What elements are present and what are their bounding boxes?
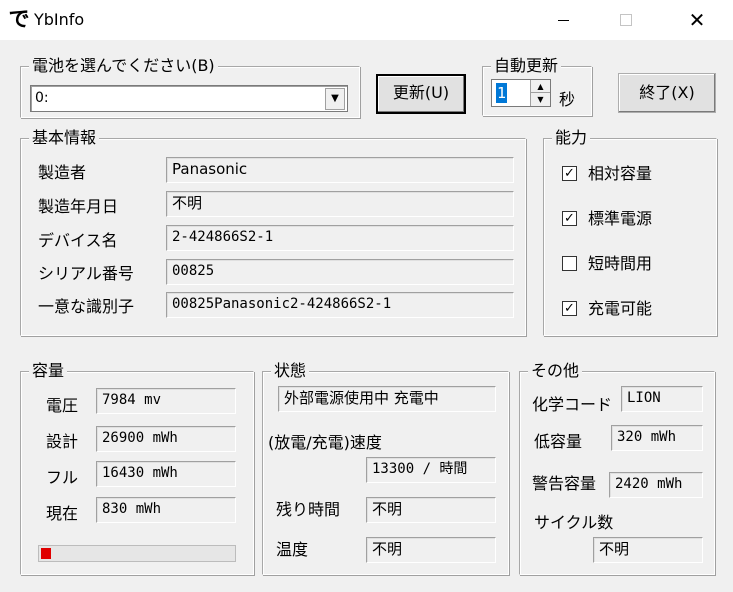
device-name-label: デバイス名 xyxy=(38,231,118,250)
capacity-legend: 容量 xyxy=(29,361,68,381)
cycle-count-label: サイクル数 xyxy=(534,513,614,532)
window-title: YbInfo xyxy=(34,10,85,29)
chevron-down-icon[interactable]: ▼ xyxy=(325,88,345,110)
charge-progress-bar xyxy=(38,545,236,562)
battery-select-legend: 電池を選んでください(B) xyxy=(29,56,218,76)
design-capacity-label: 設計 xyxy=(46,432,79,451)
capability-rechargeable[interactable]: ✓ 充電可能 xyxy=(562,299,702,321)
close-button[interactable]: ✕ xyxy=(674,0,720,40)
chemistry-value: LION xyxy=(621,386,703,412)
maximize-icon xyxy=(620,14,632,26)
close-icon: ✕ xyxy=(688,8,706,32)
auto-update-legend: 自動更新 xyxy=(491,56,562,76)
temperature-value: 不明 xyxy=(366,537,496,563)
unique-id-value: 00825Panasonic2-424866S2-1 xyxy=(166,292,514,318)
power-state-value: 外部電源使用中 充電中 xyxy=(278,386,496,412)
spin-down-icon[interactable]: ▼ xyxy=(531,93,550,106)
device-name-value: 2-424866S2-1 xyxy=(166,225,514,251)
manufacture-date-label: 製造年月日 xyxy=(38,197,119,216)
checkbox-2[interactable] xyxy=(562,256,577,271)
checkbox-1[interactable]: ✓ xyxy=(562,211,577,226)
remaining-time-value: 不明 xyxy=(366,497,496,523)
capability-label: 相対容量 xyxy=(588,164,653,183)
serial-number-label: シリアル番号 xyxy=(38,264,134,283)
remaining-time-label: 残り時間 xyxy=(276,500,341,519)
design-capacity-value: 26900 mWh xyxy=(96,426,236,452)
rate-label: (放電/充電)速度 xyxy=(268,433,382,452)
minimize-button[interactable] xyxy=(541,0,587,40)
voltage-value: 7984 mv xyxy=(96,388,236,414)
exit-button[interactable]: 終了(X) xyxy=(618,73,716,113)
spinner-arrows[interactable]: ▲ ▼ xyxy=(530,80,550,106)
low-capacity-label: 低容量 xyxy=(534,432,583,451)
capability-relative-capacity[interactable]: ✓ 相対容量 xyxy=(562,164,702,186)
title-bar: で YbInfo ✕ xyxy=(0,0,733,40)
cycle-count-value: 不明 xyxy=(593,537,703,563)
minimize-icon xyxy=(558,20,569,21)
temperature-label: 温度 xyxy=(276,540,309,559)
battery-select[interactable]: 0: ▼ xyxy=(30,85,348,112)
full-capacity-label: フル xyxy=(46,468,79,487)
spin-up-icon[interactable]: ▲ xyxy=(531,80,550,93)
voltage-label: 電圧 xyxy=(46,396,79,415)
full-capacity-value: 16430 mWh xyxy=(96,461,236,487)
other-legend: その他 xyxy=(528,361,583,381)
unique-id-label: 一意な識別子 xyxy=(38,297,135,316)
status-legend: 状態 xyxy=(271,361,310,381)
rate-value: 13300 / 時間 xyxy=(366,457,496,483)
manufacturer-value: Panasonic xyxy=(166,157,514,183)
manufacturer-label: 製造者 xyxy=(38,163,87,182)
capability-label: 充電可能 xyxy=(588,299,653,318)
capability-short-term[interactable]: 短時間用 xyxy=(562,254,702,276)
warning-capacity-value: 2420 mWh xyxy=(609,472,703,498)
capability-label: 標準電源 xyxy=(588,209,653,228)
serial-number-value: 00825 xyxy=(166,259,514,285)
capability-standard-power[interactable]: ✓ 標準電源 xyxy=(562,209,702,231)
warning-capacity-label: 警告容量 xyxy=(532,474,597,493)
capability-label: 短時間用 xyxy=(588,254,653,273)
battery-select-value: 0: xyxy=(35,90,49,106)
current-capacity-value: 830 mWh xyxy=(96,497,236,523)
auto-update-unit: 秒 xyxy=(559,90,576,109)
maximize-button xyxy=(603,0,649,40)
charge-progress-fill xyxy=(41,548,51,559)
auto-update-spinner[interactable]: 1 ▲ ▼ xyxy=(491,79,551,107)
capability-legend: 能力 xyxy=(552,128,591,148)
low-capacity-value: 320 mWh xyxy=(611,425,703,451)
manufacture-date-value: 不明 xyxy=(166,191,514,217)
checkbox-3[interactable]: ✓ xyxy=(562,301,577,316)
update-button[interactable]: 更新(U) xyxy=(376,74,466,114)
current-capacity-label: 現在 xyxy=(46,504,79,523)
chemistry-label: 化学コード xyxy=(532,395,613,414)
basic-info-legend: 基本情報 xyxy=(29,128,100,148)
app-icon: で xyxy=(8,6,30,31)
checkbox-0[interactable]: ✓ xyxy=(562,166,577,181)
auto-update-value[interactable]: 1 xyxy=(496,83,508,103)
